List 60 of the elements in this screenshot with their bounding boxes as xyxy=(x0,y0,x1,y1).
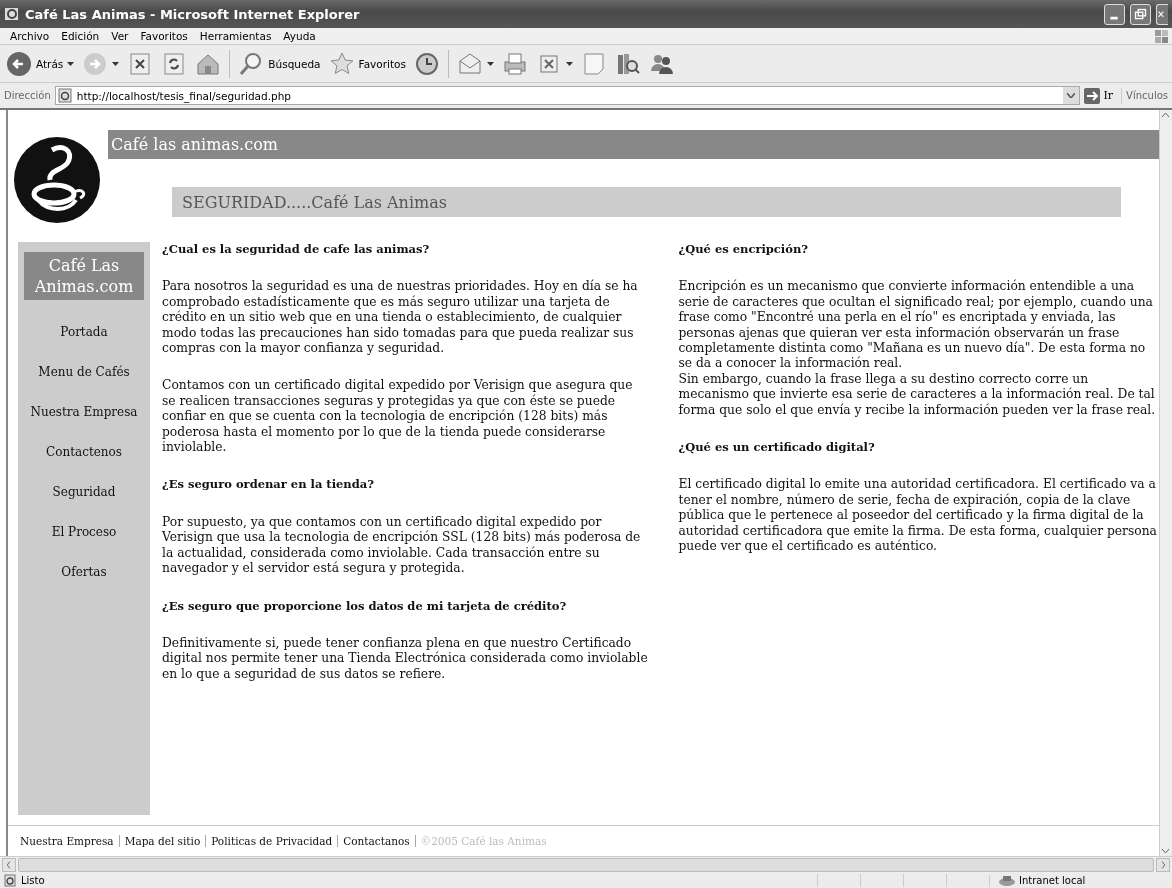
printer-icon[interactable] xyxy=(501,50,528,77)
toolbar-label[interactable]: Atrás xyxy=(36,57,64,70)
section-heading: ¿Qué es encripción? xyxy=(678,242,809,258)
menu-item[interactable]: Ayuda xyxy=(277,30,322,42)
paragraph: Por supuesto, ya que contamos con un certificado digital expedido por Verisign que usa la tecnologia de encripción SSL (128 bits) más poderosa de la actualidad, considerada como inviolable. Cada transacción entre su navegador y el servidor está segura y protegida. xyxy=(162,514,642,577)
nav-link[interactable]: Nuestra Empresa xyxy=(30,392,138,432)
paragraph: Para nosotros la seguridad es una de nuestras prioridades. Hoy en día se ha comprobado estadísticamente que es más seguro utilizar una tarjeta de crédito en un sitio web que en una tienda o establecimiento, de cualquier modo todas las precauciones han sido tomadas para que pueda realizar sus compras con la mayor confianza y seguridad. xyxy=(162,279,639,357)
dropdown-arrow-icon[interactable] xyxy=(67,61,75,66)
scroll-up-icon[interactable] xyxy=(1160,110,1171,120)
close-icon[interactable] xyxy=(1156,3,1168,25)
vertical-scrollbar[interactable] xyxy=(1159,110,1172,856)
go-button[interactable]: Ir xyxy=(1084,87,1123,104)
menu-item[interactable]: Edición xyxy=(55,30,106,42)
window-title: Café Las Animas - Microsoft Internet Explorer xyxy=(25,6,361,22)
paragraph: Contamos con un certificado digital expedido por Verisign que asegura que se realicen transacciones seguras y protegidas ya que con éste se puede confiar en que se cuenta con la tecnologia de encripción (128 bits) más poderosa hasta el momento por lo que de la tienda puede considerarse inviolable. xyxy=(162,378,634,456)
dropdown-arrow-icon[interactable] xyxy=(565,61,573,66)
nav-link[interactable]: Portada xyxy=(60,312,108,352)
toolbar-label[interactable]: Favoritos xyxy=(358,57,406,70)
nav-link[interactable]: Menu de Cafés xyxy=(38,352,130,392)
page-heading: SEGURIDAD.....Café Las Animas xyxy=(182,192,447,212)
dropdown-arrow-icon[interactable] xyxy=(112,61,120,66)
section-heading: ¿Es seguro ordenar en la tienda? xyxy=(162,477,375,493)
toolbar-label[interactable]: Búsqueda xyxy=(268,57,321,70)
menu-item[interactable]: Favoritos xyxy=(134,30,194,42)
arrow-icon xyxy=(1084,87,1101,104)
menu-item[interactable]: Herramientas xyxy=(193,30,278,42)
zone-text: Intranet local xyxy=(1019,875,1086,886)
copyright: ©2005 Café las Animas xyxy=(414,835,547,847)
browser-icon xyxy=(4,6,20,22)
status-text: Listo xyxy=(21,875,45,886)
site-brand: Café las animas.com xyxy=(111,135,278,154)
dropdown-arrow-icon[interactable] xyxy=(486,61,494,66)
footer-link[interactable]: Contactanos xyxy=(337,835,410,847)
sidebar-title: Café Las Animas.com xyxy=(24,252,144,300)
network-icon xyxy=(998,874,1016,887)
footer-link[interactable]: Nuestra Empresa xyxy=(20,835,114,847)
section-heading: ¿Cual es la seguridad de cafe las animas? xyxy=(162,242,431,258)
paragraph: Definitivamente si, puede tener confianza plena en que nuestro Certificado digital nos permite tener una Tienda Electrónica considerada como inviolable en lo que a seguridad de sus datos se refiere. xyxy=(162,635,649,683)
star-icon[interactable] xyxy=(328,50,355,77)
paragraph: El certificado digital lo emite una autoridad certificadora. El certificado va a tener el nombre, número de serie, fecha de expiración, copia de la clave pública que le pertenece al poseedor del certificado y la firma digital de la autoridad certificadora que emite la firma. De esta forma, cualquier persona puede ver que el certificado es auténtico. xyxy=(678,477,1158,555)
menu-item[interactable]: Ver xyxy=(105,30,135,42)
address-field[interactable]: http://localhost/tesis_final/seguridad.php xyxy=(54,86,1081,105)
restore-icon[interactable] xyxy=(1130,3,1151,25)
links-label[interactable]: Vínculos xyxy=(1126,90,1168,101)
section-heading: ¿Qué es un certificado digital? xyxy=(678,440,876,456)
address-label: Dirección xyxy=(4,90,51,101)
nav-link[interactable]: Contactenos xyxy=(46,432,122,472)
section-heading: ¿Es seguro que proporcione los datos de mi tarjeta de crédito? xyxy=(162,598,568,614)
nav-link[interactable]: Ofertas xyxy=(61,552,107,592)
scroll-down-icon[interactable] xyxy=(1160,846,1171,856)
clock-icon[interactable] xyxy=(413,50,440,77)
nav-link[interactable]: Seguridad xyxy=(52,472,116,512)
page-icon xyxy=(57,88,73,103)
nav-link[interactable]: El Proceso xyxy=(51,512,117,552)
footer-link[interactable]: Mapa del sitio xyxy=(118,835,201,847)
menu-item[interactable]: Archivo xyxy=(4,30,56,42)
paragraph: Encripción es un mecanismo que convierte información entendible a una serie de caracteres que ocultan el significado real; por ejemplo, cuando una frase como "Encontré una perla en el río" es encriptada y enviada, las personas ajenas que quieran ver esta información observarán un frase completamente distinta como "Mañana es un nuevo día". De esta forma no se da a conocer la información real. Sin embargo, cuando la frase llega a su destino correcto corre un mecanismo que invierte esa serie de caracteres a la información real. De tal forma que solo el que envía y recibe la información pueden ver la frase real. xyxy=(678,279,1157,419)
footer-link[interactable]: Politicas de Privacidad xyxy=(205,835,333,847)
minimize-icon[interactable] xyxy=(1104,3,1125,25)
page-icon xyxy=(4,874,17,887)
